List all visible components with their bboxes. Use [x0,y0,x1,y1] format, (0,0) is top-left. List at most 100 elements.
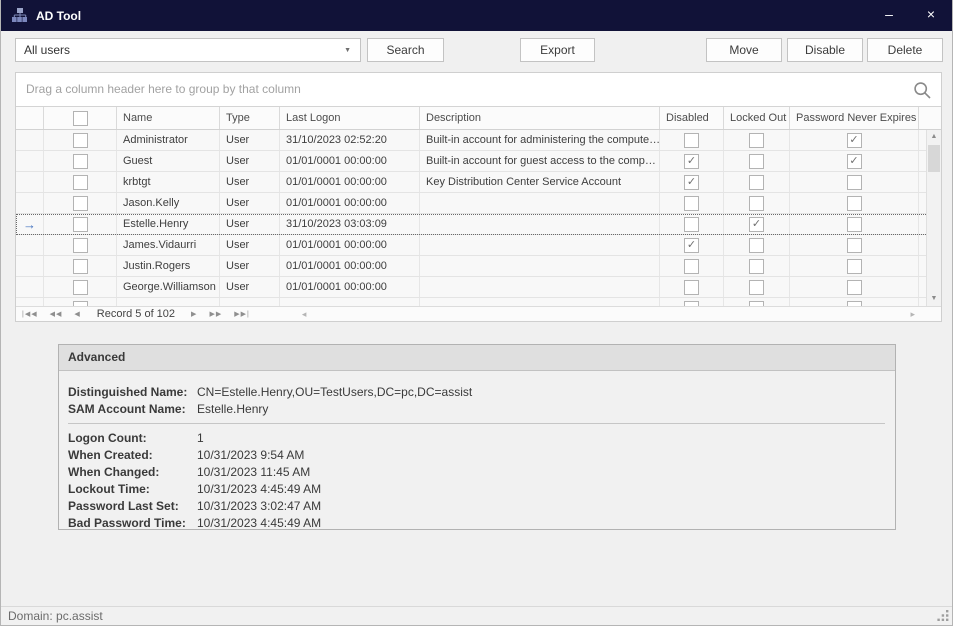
disabled-checkbox[interactable] [684,217,699,232]
scroll-down-icon[interactable]: ▼ [927,292,941,306]
search-icon[interactable] [912,80,933,106]
header-password-never-expires[interactable]: Password Never Expires [790,107,919,129]
row-select-cell[interactable] [44,214,117,234]
row-select-cell[interactable] [44,193,117,213]
row-select-cell[interactable] [44,172,117,192]
cell-description [420,298,660,306]
header-disabled[interactable]: Disabled [660,107,724,129]
advanced-field: Logon Count:1 [68,429,895,446]
row-select-cell[interactable] [44,235,117,255]
row-checkbox[interactable] [73,196,88,211]
table-row[interactable]: James.Vidaurri User 01/01/0001 00:00:00 … [16,235,928,256]
row-checkbox[interactable] [73,280,88,295]
password-never-expires-checkbox[interactable] [847,217,862,232]
disabled-checkbox[interactable]: ✓ [684,238,699,253]
export-button[interactable]: Export [520,38,595,62]
cell-disabled [660,256,724,276]
locked-out-checkbox[interactable] [749,238,764,253]
resize-grip-icon[interactable] [936,609,949,622]
row-indicator-cell [16,298,44,306]
header-locked-out[interactable]: Locked Out [724,107,790,129]
row-checkbox[interactable] [73,238,88,253]
header-last-logon[interactable]: Last Logon [280,107,420,129]
search-button[interactable]: Search [367,38,444,62]
row-checkbox[interactable] [73,133,88,148]
table-row[interactable]: krbtgt User 01/01/0001 00:00:00 Key Dist… [16,172,928,193]
header-select-all-cell[interactable] [44,107,117,129]
password-never-expires-checkbox[interactable] [847,238,862,253]
disabled-checkbox[interactable] [684,280,699,295]
table-row[interactable]: Justin.Rogers User 01/01/0001 00:00:00 [16,256,928,277]
locked-out-checkbox[interactable] [749,259,764,274]
scrollbar-thumb[interactable] [928,145,940,172]
cell-name: Guest [117,151,220,171]
table-row[interactable]: George.Williamson User 01/01/0001 00:00:… [16,277,928,298]
field-value: Estelle.Henry [197,402,268,416]
row-select-cell[interactable] [44,151,117,171]
last-record-button[interactable]: ▶▶| [228,310,256,318]
minimize-button[interactable]: – [872,0,906,31]
close-button[interactable]: × [914,0,948,31]
domain-status: Domain: pc.assist [1,609,103,623]
table-row[interactable] [16,298,928,306]
field-separator [68,423,885,424]
table-row[interactable]: Administrator User 31/10/2023 02:52:20 B… [16,130,928,151]
header-name[interactable]: Name [117,107,220,129]
disabled-checkbox[interactable] [684,133,699,148]
next-record-button[interactable]: ▶ [185,310,203,318]
advanced-field: SAM Account Name:Estelle.Henry [68,400,895,417]
header-filler [919,107,941,129]
table-row[interactable]: → Estelle.Henry User 31/10/2023 03:03:09… [16,214,928,235]
locked-out-checkbox[interactable] [749,154,764,169]
table-row[interactable]: Guest User 01/01/0001 00:00:00 Built-in … [16,151,928,172]
locked-out-checkbox[interactable] [749,133,764,148]
select-all-checkbox[interactable] [73,111,88,126]
group-by-panel[interactable]: Drag a column header here to group by th… [16,73,941,107]
next-page-button[interactable]: ▶▶ [203,310,228,318]
prev-record-button[interactable]: ◀ [68,310,86,318]
disabled-checkbox[interactable] [684,196,699,211]
locked-out-checkbox[interactable] [749,196,764,211]
disabled-checkbox[interactable]: ✓ [684,154,699,169]
disabled-checkbox[interactable]: ✓ [684,175,699,190]
password-never-expires-checkbox[interactable] [847,280,862,295]
password-never-expires-checkbox[interactable]: ✓ [847,154,862,169]
hscroll-right-icon[interactable]: ▸ [910,309,915,320]
move-button[interactable]: Move [706,38,782,62]
header-description[interactable]: Description [420,107,660,129]
row-indicator-cell [16,256,44,276]
row-checkbox[interactable] [73,175,88,190]
vertical-scrollbar[interactable]: ▲ ▼ [926,130,941,306]
locked-out-checkbox[interactable] [749,175,764,190]
cell-disabled [660,298,724,306]
row-select-cell[interactable] [44,256,117,276]
row-select-cell[interactable] [44,130,117,150]
advanced-panel-body: Distinguished Name:CN=Estelle.Henry,OU=T… [59,371,895,531]
first-record-button[interactable]: |◀◀ [16,310,44,318]
row-select-cell[interactable] [44,298,117,306]
row-indicator-cell [16,277,44,297]
password-never-expires-checkbox[interactable] [847,196,862,211]
table-row[interactable]: Jason.Kelly User 01/01/0001 00:00:00 [16,193,928,214]
password-never-expires-checkbox[interactable] [847,259,862,274]
cell-password-never-expires [790,214,919,234]
password-never-expires-checkbox[interactable]: ✓ [847,133,862,148]
advanced-panel-title: Advanced [59,345,895,371]
delete-button[interactable]: Delete [867,38,943,62]
disable-button[interactable]: Disable [787,38,863,62]
scroll-up-icon[interactable]: ▲ [927,130,941,144]
hscroll-left-icon[interactable]: ◂ [302,309,307,320]
disabled-checkbox[interactable] [684,259,699,274]
row-select-cell[interactable] [44,277,117,297]
header-type[interactable]: Type [220,107,280,129]
password-never-expires-checkbox[interactable] [847,175,862,190]
cell-type: User [220,214,280,234]
row-checkbox[interactable] [73,217,88,232]
row-checkbox[interactable] [73,259,88,274]
locked-out-checkbox[interactable]: ✓ [749,217,764,232]
prev-page-button[interactable]: ◀◀ [44,310,69,318]
locked-out-checkbox[interactable] [749,280,764,295]
user-filter-dropdown[interactable]: All users ▼ [15,38,361,62]
advanced-field: When Created:10/31/2023 9:54 AM [68,446,895,463]
row-checkbox[interactable] [73,154,88,169]
